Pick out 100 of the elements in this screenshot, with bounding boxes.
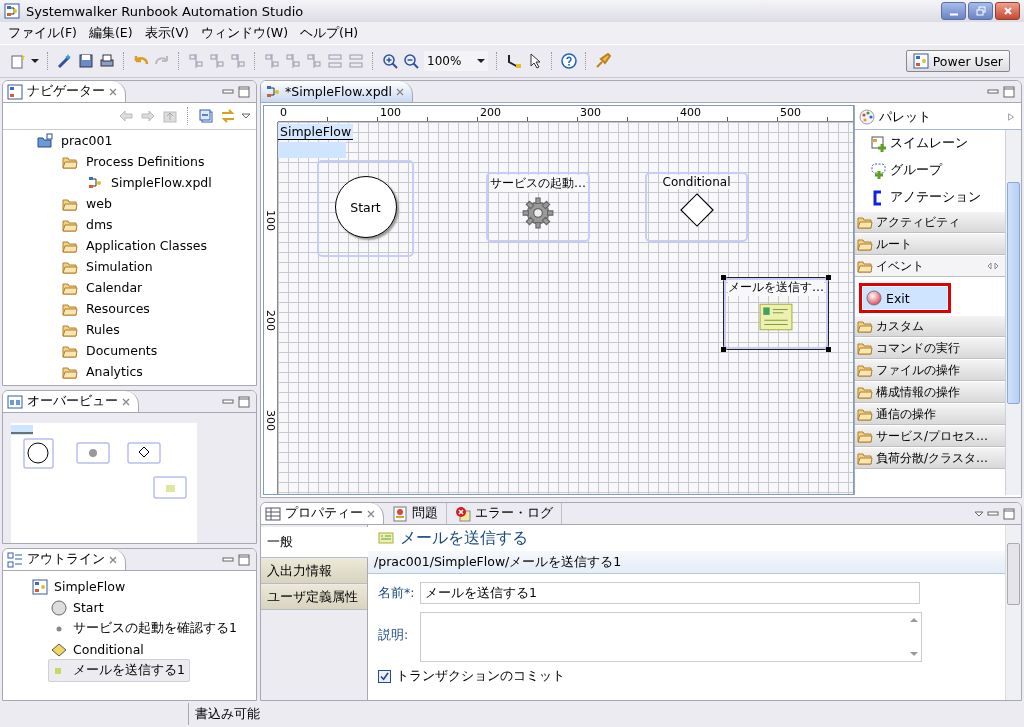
maximize-icon[interactable]: [238, 85, 250, 98]
activity-node[interactable]: メールを送信す…: [723, 277, 829, 350]
editor-tab[interactable]: *SimpleFlow.xpdl: [261, 81, 414, 102]
forward-icon[interactable]: [140, 108, 156, 124]
help-icon[interactable]: [561, 53, 577, 69]
view-tab[interactable]: プロパティー: [261, 503, 384, 524]
distribute-icon[interactable]: [348, 53, 364, 69]
outline-item[interactable]: Start: [48, 596, 109, 619]
link-icon[interactable]: [220, 108, 236, 124]
tree-item[interactable]: SimpleFlow.xpdl: [3, 172, 256, 193]
tree-item[interactable]: web: [3, 193, 256, 214]
view-tab[interactable]: ナビゲーター: [3, 81, 126, 102]
align-icon[interactable]: [306, 53, 322, 69]
palette-drawer[interactable]: 構成情報の操作: [855, 381, 1005, 403]
wand-icon[interactable]: [57, 53, 73, 69]
maximize-icon[interactable]: [238, 395, 250, 408]
tree-item[interactable]: dms: [3, 214, 256, 235]
scroll-down-icon[interactable]: [910, 651, 918, 657]
tree-item[interactable]: Simulation: [3, 256, 256, 277]
palette-drawer[interactable]: コマンドの実行: [855, 337, 1005, 359]
palette-drawer[interactable]: アクティビティ: [855, 211, 1005, 233]
view-menu-icon[interactable]: [975, 509, 983, 518]
back-icon[interactable]: [118, 108, 134, 124]
distribute-icon[interactable]: [327, 53, 343, 69]
start-event-circle[interactable]: Start: [334, 176, 397, 238]
outline-item[interactable]: サービスの起動を確認する1: [48, 617, 242, 640]
tree-item[interactable]: Rules: [3, 319, 256, 340]
palette-drawer[interactable]: 負荷分散/クラスタ…: [855, 447, 1005, 469]
outline-item[interactable]: Conditional: [48, 638, 149, 661]
activity-node[interactable]: サービスの起動…: [486, 172, 590, 242]
collapse-arrow-icon[interactable]: [1007, 113, 1015, 121]
palette-drawer[interactable]: 通信の操作: [855, 403, 1005, 425]
outline-item[interactable]: メールを送信する1: [48, 659, 190, 682]
up-folder-icon[interactable]: [162, 108, 178, 124]
tree-item[interactable]: Documents: [3, 340, 256, 361]
palette-tool[interactable]: グループ: [855, 157, 1005, 184]
palette-drawer[interactable]: イベント: [855, 255, 1005, 277]
close-icon[interactable]: [396, 87, 405, 96]
menu-item[interactable]: ウィンドウ(W): [194, 22, 295, 44]
caret-icon[interactable]: [31, 57, 39, 65]
menu-item[interactable]: ヘルプ(H): [294, 22, 365, 44]
name-input[interactable]: メールを送信する1: [420, 582, 920, 604]
minimize-button[interactable]: [941, 2, 966, 20]
print-icon[interactable]: [99, 53, 115, 69]
zoom-in-icon[interactable]: [382, 53, 398, 69]
close-icon[interactable]: [109, 555, 117, 564]
close-icon[interactable]: [367, 509, 375, 518]
new-file-icon[interactable]: [10, 53, 26, 69]
zoom-out-icon[interactable]: [403, 53, 419, 69]
palette-tool[interactable]: Exit: [863, 287, 947, 309]
menu-item[interactable]: 表示(V): [138, 22, 195, 44]
tree-item[interactable]: Analytics: [3, 361, 256, 382]
activity-node[interactable]: Conditional: [645, 172, 748, 242]
section-tab[interactable]: 入出力情報: [261, 559, 367, 584]
resize-handle[interactable]: [826, 275, 831, 280]
close-icon[interactable]: [109, 87, 117, 96]
section-tab[interactable]: ユーザ定義属性: [261, 585, 367, 610]
pointer-icon[interactable]: [527, 53, 543, 69]
align-icon[interactable]: [285, 53, 301, 69]
activity-node[interactable]: Start: [317, 160, 414, 257]
view-tab[interactable]: エラー・ログ: [451, 503, 562, 524]
scrollbar[interactable]: [1005, 130, 1021, 495]
zoom-combobox[interactable]: 100%: [424, 51, 488, 71]
palette-drawer[interactable]: ファイルの操作: [855, 359, 1005, 381]
restore-button[interactable]: [968, 2, 993, 20]
resize-handle[interactable]: [826, 347, 831, 352]
double-arrow-icon[interactable]: [987, 262, 999, 270]
checkbox[interactable]: [378, 670, 391, 683]
view-tab[interactable]: オーバービュー: [3, 391, 139, 412]
palette-drawer[interactable]: カスタム: [855, 315, 1005, 337]
connector-icon[interactable]: [506, 53, 522, 69]
tree-item[interactable]: Application Classes: [3, 235, 256, 256]
resize-handle[interactable]: [721, 275, 726, 280]
menu-item[interactable]: 編集(E): [82, 22, 139, 44]
perspective-button[interactable]: Power User: [905, 50, 1010, 72]
maximize-icon[interactable]: [1003, 85, 1015, 98]
menu-item[interactable]: ファイル(F): [2, 22, 83, 44]
view-tab[interactable]: アウトライン: [3, 549, 126, 570]
palette-tool[interactable]: スイムレーン: [855, 130, 1005, 157]
scrollbar[interactable]: [1005, 525, 1021, 700]
palette-drawer[interactable]: サービス/プロセス…: [855, 425, 1005, 447]
section-tab[interactable]: 一般: [261, 527, 368, 558]
maximize-icon[interactable]: [238, 553, 250, 566]
resize-handle[interactable]: [721, 347, 726, 352]
close-icon[interactable]: [122, 397, 130, 406]
palette-header[interactable]: パレット: [855, 105, 1021, 130]
palette-tool[interactable]: アノテーション: [855, 184, 1005, 211]
align-icon[interactable]: [209, 53, 225, 69]
view-menu-icon[interactable]: [242, 112, 250, 120]
tree-item[interactable]: prac001: [3, 130, 256, 151]
outline-item[interactable]: SimpleFlow: [29, 575, 131, 598]
pin-icon[interactable]: [595, 53, 611, 69]
align-icon[interactable]: [264, 53, 280, 69]
close-button[interactable]: [995, 2, 1020, 20]
align-icon[interactable]: [188, 53, 204, 69]
view-tab[interactable]: 問題: [388, 503, 447, 524]
save-icon[interactable]: [78, 53, 94, 69]
tree-item[interactable]: Calendar: [3, 277, 256, 298]
align-icon[interactable]: [230, 53, 246, 69]
collapse-all-icon[interactable]: [198, 108, 214, 124]
